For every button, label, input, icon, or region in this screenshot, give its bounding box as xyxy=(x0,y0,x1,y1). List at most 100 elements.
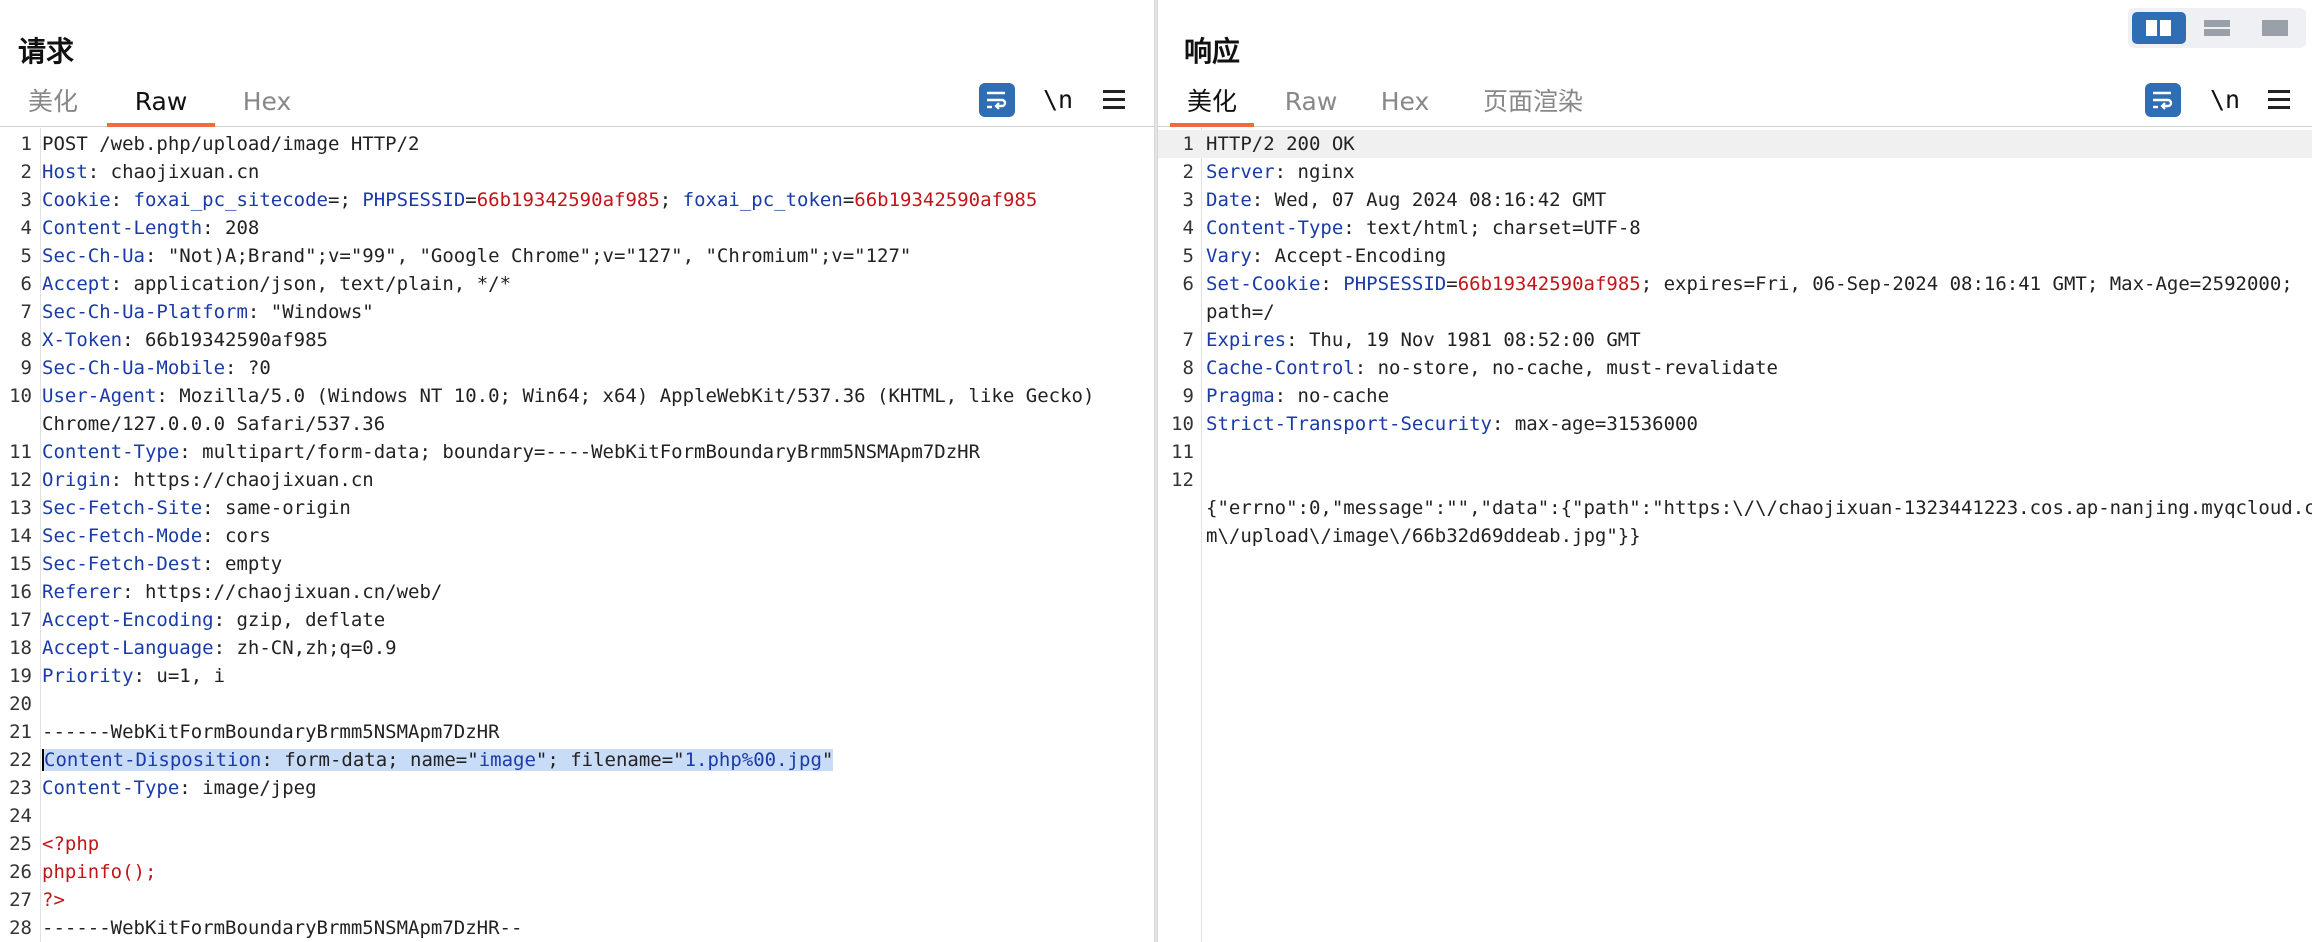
token-text: : 208 xyxy=(202,217,260,239)
layout-side-by-side-button[interactable] xyxy=(2132,12,2186,44)
code-line[interactable]: 27 ?> xyxy=(0,886,1154,914)
request-tab-hex[interactable]: Hex xyxy=(232,80,302,124)
line-number: 21 xyxy=(9,721,32,743)
code-line[interactable]: 1 HTTP/2 200 OK xyxy=(1158,130,2312,158)
token-text: : nginx xyxy=(1274,161,1355,183)
code-line[interactable]: 25 <?php xyxy=(0,830,1154,858)
token-key: Sec-Fetch-Dest xyxy=(42,553,203,575)
code-line[interactable]: 15 Sec-Fetch-Dest: empty xyxy=(0,550,1154,578)
code-line[interactable]: 7 Sec-Ch-Ua-Platform: "Windows" xyxy=(0,298,1154,326)
response-menu-icon[interactable] xyxy=(2268,83,2290,117)
code-line[interactable]: 10 User-Agent: Mozilla/5.0 (Windows NT 10… xyxy=(0,382,1154,410)
code-line[interactable]: 6 Set-Cookie: PHPSESSID=66b19342590af985;… xyxy=(1158,270,2312,298)
response-wrap-lines-button[interactable] xyxy=(2145,83,2181,117)
response-tab-raw[interactable]: Raw xyxy=(1276,80,1346,124)
request-newline-toggle[interactable]: \n xyxy=(1043,83,1073,117)
line-number: 10 xyxy=(1171,413,1194,435)
code-line[interactable]: 5 Vary: Accept-Encoding xyxy=(1158,242,2312,270)
token-text: : 66b19342590af985 xyxy=(122,329,328,351)
line-content: Cache-Control: no-store, no-cache, must-… xyxy=(1206,354,2300,382)
response-newline-toggle[interactable]: \n xyxy=(2210,83,2240,117)
code-line[interactable]: 9 Sec-Ch-Ua-Mobile: ?0 xyxy=(0,354,1154,382)
token-text: : image/jpeg xyxy=(179,777,317,799)
layout-single-button[interactable] xyxy=(2248,12,2302,44)
code-line[interactable]: 16 Referer: https://chaojixuan.cn/web/ xyxy=(0,578,1154,606)
code-line[interactable]: path=/ xyxy=(1158,298,2312,326)
token-text: : ?0 xyxy=(225,357,271,379)
code-line[interactable]: 14 Sec-Fetch-Mode: cors xyxy=(0,522,1154,550)
line-content: Content-Type: image/jpeg xyxy=(42,774,1142,802)
code-line[interactable]: 23 Content-Type: image/jpeg xyxy=(0,774,1154,802)
code-line[interactable]: 13 Sec-Fetch-Site: same-origin xyxy=(0,494,1154,522)
token-key: Content-Type xyxy=(42,441,180,463)
line-content: Content-Type: multipart/form-data; bound… xyxy=(42,438,1142,466)
code-line[interactable]: 3 Cookie: foxai_pc_sitecode=; PHPSESSID=6… xyxy=(0,186,1154,214)
code-line[interactable]: 5 Sec-Ch-Ua: "Not)A;Brand";v="99", "Googl… xyxy=(0,242,1154,270)
code-line[interactable]: 8 Cache-Control: no-store, no-cache, must… xyxy=(1158,354,2312,382)
code-line[interactable]: {"errno":0,"message":"","data":{"path":"… xyxy=(1158,494,2312,522)
code-line[interactable]: 12 Origin: https://chaojixuan.cn xyxy=(0,466,1154,494)
code-line[interactable]: 24 xyxy=(0,802,1154,830)
line-content: Priority: u=1, i xyxy=(42,662,1142,690)
line-number: 19 xyxy=(9,665,32,687)
line-number: 4 xyxy=(20,217,32,239)
token-key: Cache-Control xyxy=(1206,357,1355,379)
layout-stacked-button[interactable] xyxy=(2190,12,2244,44)
code-line[interactable]: 12 xyxy=(1158,466,2312,494)
response-tabs: 美化 Raw Hex 页面渲染 xyxy=(1158,80,2312,127)
line-number: 11 xyxy=(1171,441,1194,463)
code-line[interactable]: 4 Content-Length: 208 xyxy=(0,214,1154,242)
line-content: Expires: Thu, 19 Nov 1981 08:52:00 GMT xyxy=(1206,326,2300,354)
code-line[interactable]: 11 Content-Type: multipart/form-data; bou… xyxy=(0,438,1154,466)
token-text: : multipart/form-data; boundary=----WebK… xyxy=(179,441,981,463)
code-line[interactable]: 8 X-Token: 66b19342590af985 xyxy=(0,326,1154,354)
token-text: HTTP/2 200 OK xyxy=(1206,133,1355,155)
line-content: ?> xyxy=(42,886,1142,914)
line-content: Sec-Fetch-Dest: empty xyxy=(42,550,1142,578)
code-line[interactable]: 18 Accept-Language: zh-CN,zh;q=0.9 xyxy=(0,634,1154,662)
code-line[interactable]: 26 phpinfo(); xyxy=(0,858,1154,886)
line-number: 12 xyxy=(9,469,32,491)
token-text: : text/html; charset=UTF-8 xyxy=(1343,217,1641,239)
code-line[interactable]: 3 Date: Wed, 07 Aug 2024 08:16:42 GMT xyxy=(1158,186,2312,214)
request-editor[interactable]: 1 POST /web.php/upload/image HTTP/2 2 Host:… xyxy=(0,128,1154,942)
code-line[interactable]: 1 POST /web.php/upload/image HTTP/2 xyxy=(0,130,1154,158)
token-php: <?php xyxy=(42,833,100,855)
response-tab-render[interactable]: 页面渲染 xyxy=(1463,80,1603,124)
line-number: 3 xyxy=(20,189,32,211)
line-content: Sec-Fetch-Site: same-origin xyxy=(42,494,1142,522)
response-editor[interactable]: 1 HTTP/2 200 OK 2 Server: nginx 3 Date: Wed, … xyxy=(1158,128,2312,942)
response-tab-hex[interactable]: Hex xyxy=(1370,80,1440,124)
code-line[interactable]: 10 Strict-Transport-Security: max-age=315… xyxy=(1158,410,2312,438)
code-line[interactable]: m\/upload\/image\/66b32d69ddeab.jpg"}} xyxy=(1158,522,2312,550)
token-key: foxai_pc_sitecode xyxy=(133,189,328,211)
line-number: 6 xyxy=(1182,273,1194,295)
line-number: 9 xyxy=(20,357,32,379)
token-text: : u=1, i xyxy=(133,665,226,687)
token-text: : application/json, text/plain, */* xyxy=(110,273,512,295)
code-line[interactable]: 6 Accept: application/json, text/plain, *… xyxy=(0,270,1154,298)
line-number: 27 xyxy=(9,889,32,911)
code-line[interactable]: 20 xyxy=(0,690,1154,718)
token-key: foxai_pc_token xyxy=(682,189,843,211)
response-tab-pretty[interactable]: 美化 xyxy=(1170,80,1254,127)
code-line[interactable]: 7 Expires: Thu, 19 Nov 1981 08:52:00 GMT xyxy=(1158,326,2312,354)
token-key: Content-Type xyxy=(42,777,180,799)
code-line[interactable]: 11 xyxy=(1158,438,2312,466)
code-line[interactable]: 28 ------WebKitFormBoundaryBrmm5NSMApm7Dz… xyxy=(0,914,1154,942)
code-line[interactable]: 19 Priority: u=1, i xyxy=(0,662,1154,690)
request-tab-raw[interactable]: Raw xyxy=(107,80,215,127)
code-line[interactable]: 17 Accept-Encoding: gzip, deflate xyxy=(0,606,1154,634)
request-menu-icon[interactable] xyxy=(1103,83,1125,117)
code-line[interactable]: 21 ------WebKitFormBoundaryBrmm5NSMApm7Dz… xyxy=(0,718,1154,746)
code-line[interactable]: 9 Pragma: no-cache xyxy=(1158,382,2312,410)
request-wrap-lines-button[interactable] xyxy=(979,83,1015,117)
code-line[interactable]: 2 Host: chaojixuan.cn xyxy=(0,158,1154,186)
code-line[interactable]: 2 Server: nginx xyxy=(1158,158,2312,186)
line-content: Set-Cookie: PHPSESSID=66b19342590af985; … xyxy=(1206,270,2300,298)
code-line[interactable]: 22 Content-Disposition: form-data; name="… xyxy=(0,746,1154,774)
code-line[interactable]: Chrome/127.0.0.0 Safari/537.36 xyxy=(0,410,1154,438)
request-tab-pretty[interactable]: 美化 xyxy=(18,80,88,124)
token-text: : no-store, no-cache, must-revalidate xyxy=(1354,357,1778,379)
code-line[interactable]: 4 Content-Type: text/html; charset=UTF-8 xyxy=(1158,214,2312,242)
